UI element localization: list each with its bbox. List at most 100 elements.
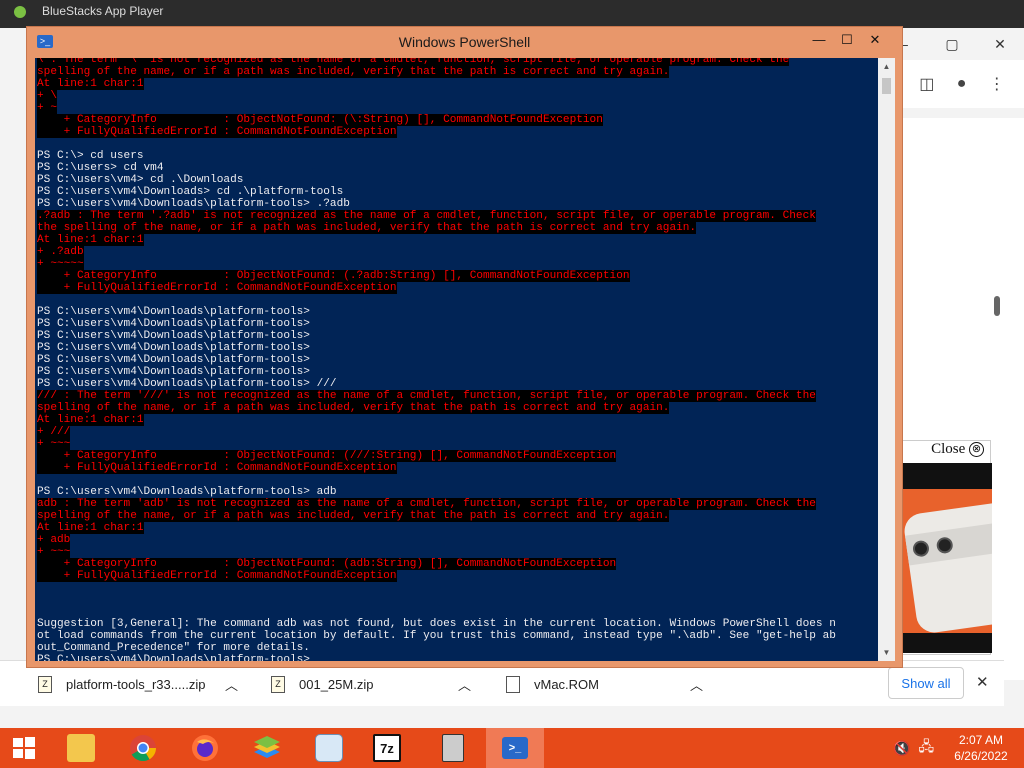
close-downloads-icon[interactable]: ✕ xyxy=(976,673,989,691)
profile-avatar-icon[interactable]: ● xyxy=(957,75,967,93)
console-line-text: PS C:\users\vm4\Downloads\platform-tools… xyxy=(37,654,317,661)
taskbar-chrome[interactable] xyxy=(114,728,172,768)
console-line-text: + \ xyxy=(37,90,57,102)
show-all-button[interactable]: Show all xyxy=(888,667,964,699)
bluestacks-titlebar: BlueStacks App Player xyxy=(0,0,1024,28)
browser-close-button[interactable]: ✕ xyxy=(976,28,1024,60)
console-line-text: PS C:\users\vm4\Downloads\platform-tools… xyxy=(37,330,310,342)
console-error-line: + FullyQualifiedErrorId : CommandNotFoun… xyxy=(37,126,878,138)
minimize-button[interactable]: — xyxy=(804,29,834,51)
control-panel-icon xyxy=(315,734,343,762)
console-error-line: + FullyQualifiedErrorId : CommandNotFoun… xyxy=(37,282,878,294)
console-line-text: the spelling of the name, or if a path w… xyxy=(37,222,697,234)
console-error-line: At line:1 char:1 xyxy=(37,78,878,90)
console-output-line: PS C:\users\vm4\Downloads\platform-tools… xyxy=(37,366,878,378)
scrollbar-thumb[interactable] xyxy=(882,78,891,94)
console-output-line: PS C:\users\vm4\Downloads\platform-tools… xyxy=(37,378,878,390)
download-filename: vMac.ROM xyxy=(534,676,599,692)
taskbar-7zip[interactable]: 7z xyxy=(358,728,416,768)
taskbar-firefox[interactable] xyxy=(176,728,234,768)
ad-image[interactable] xyxy=(902,463,992,653)
console-error-line: + .?adb xyxy=(37,246,878,258)
console-error-line: + ~~~~~ xyxy=(37,258,878,270)
start-button[interactable] xyxy=(0,728,48,768)
console-line-text: ot load commands from the current locati… xyxy=(37,630,836,642)
console-output-line: PS C:\users\vm4> cd .\Downloads xyxy=(37,174,878,186)
console-error-line: \ : The term '\' is not recognized as th… xyxy=(37,58,878,66)
console-line-text: PS C:\users\vm4\Downloads\platform-tools… xyxy=(37,366,310,378)
clock-time: 2:07 AM xyxy=(958,733,1004,747)
download-filename: 001_25M.zip xyxy=(299,676,374,692)
system-tray: 🔇 🖧 xyxy=(893,728,934,768)
bluestacks-icon xyxy=(14,6,26,18)
console-line-text: + .?adb xyxy=(37,246,84,258)
console-error-line: + CategoryInfo : ObjectNotFound: (adb:St… xyxy=(37,558,878,570)
console-line-text: + ~ xyxy=(37,102,57,114)
console-error-line: + CategoryInfo : ObjectNotFound: (///:St… xyxy=(37,450,878,462)
console-output-line: Suggestion [3,General]: The command adb … xyxy=(37,618,878,630)
ad-close-label: Close xyxy=(931,441,966,457)
console-lines: \ : The term '\' is not recognized as th… xyxy=(35,58,878,661)
console-error-line: At line:1 char:1 xyxy=(37,414,878,426)
network-icon[interactable]: 🖧 xyxy=(918,736,934,760)
browser-toolbar: ◫ ● ⋮ xyxy=(900,60,1024,108)
console-line-text: PS C:\users\vm4\Downloads\platform-tools… xyxy=(37,318,310,330)
console-error-line: At line:1 char:1 xyxy=(37,234,878,246)
maximize-button[interactable]: ☐ xyxy=(832,29,862,51)
sidebar-toggle-icon[interactable]: ◫ xyxy=(919,74,934,94)
console-line-text: spelling of the name, or if a path was i… xyxy=(37,66,670,78)
vmac-icon xyxy=(442,734,464,762)
console-line-text: + /// xyxy=(37,426,71,438)
browser-maximize-button[interactable]: ▢ xyxy=(928,28,976,60)
powershell-titlebar[interactable]: >_ Windows PowerShell — ☐ ✕ xyxy=(27,27,902,58)
console-output-line: ot load commands from the current locati… xyxy=(37,630,878,642)
menu-kebab-icon[interactable]: ⋮ xyxy=(989,74,1005,94)
console-output[interactable]: \ : The term '\' is not recognized as th… xyxy=(35,58,878,661)
scroll-down-icon[interactable]: ▼ xyxy=(878,644,895,661)
console-error-line: + ~~~ xyxy=(37,546,878,558)
taskbar: 7z >_ 🔇 🖧 2:07 AM 6/26/2022 xyxy=(0,728,1024,768)
scroll-up-icon[interactable]: ▲ xyxy=(878,58,895,75)
console-line-text: /// : The term '///' is not recognized a… xyxy=(37,390,816,402)
console-error-line: + FullyQualifiedErrorId : CommandNotFoun… xyxy=(37,570,878,582)
console-line-text: + ~~~~~ xyxy=(37,258,84,270)
page-scrollbar-thumb[interactable] xyxy=(994,296,1000,316)
console-line-text: + ~~~ xyxy=(37,546,71,558)
bluestacks-title: BlueStacks App Player xyxy=(42,4,164,18)
console-line-text: + FullyQualifiedErrorId : CommandNotFoun… xyxy=(37,282,397,294)
console-scrollbar[interactable]: ▲ ▼ xyxy=(878,58,895,661)
console-line-text: PS C:\users\vm4\Downloads\platform-tools… xyxy=(37,306,310,318)
close-button[interactable]: ✕ xyxy=(860,29,890,51)
file-icon xyxy=(506,675,520,693)
zip-icon: Z xyxy=(38,675,52,693)
advertisement: Close ⊗ xyxy=(901,440,992,655)
console-line-text: At line:1 char:1 xyxy=(37,414,144,426)
console-error-line: + CategoryInfo : ObjectNotFound: (.?adb:… xyxy=(37,270,878,282)
ad-close-button[interactable]: Close ⊗ xyxy=(902,441,990,463)
taskbar-file-explorer[interactable] xyxy=(52,728,110,768)
console-line-text: At line:1 char:1 xyxy=(37,78,144,90)
taskbar-clock[interactable]: 2:07 AM 6/26/2022 xyxy=(948,732,1014,764)
console-line-text: + adb xyxy=(37,534,71,546)
console-output-line: PS C:\users\vm4\Downloads\platform-tools… xyxy=(37,306,878,318)
bluestacks-icon xyxy=(254,736,280,758)
console-prompt-line: PS C:\users\vm4\Downloads\platform-tools… xyxy=(37,654,878,661)
taskbar-powershell[interactable]: >_ xyxy=(486,728,544,768)
console-line-text: + CategoryInfo : ObjectNotFound: (.?adb:… xyxy=(37,270,630,282)
console-line-text: PS C:\users> cd vm4 xyxy=(37,162,164,174)
console-output-line: PS C:\users\vm4\Downloads\platform-tools… xyxy=(37,354,878,366)
window-title: Windows PowerShell xyxy=(398,34,531,50)
windows-logo-icon xyxy=(13,737,35,759)
console-line-text: At line:1 char:1 xyxy=(37,234,144,246)
console-error-line: At line:1 char:1 xyxy=(37,522,878,534)
taskbar-bluestacks[interactable] xyxy=(238,728,296,768)
taskbar-control-panel[interactable] xyxy=(300,728,358,768)
volume-muted-icon[interactable]: 🔇 xyxy=(893,740,910,757)
chrome-icon xyxy=(130,735,157,762)
taskbar-vmac[interactable] xyxy=(424,728,482,768)
console-error-line: + CategoryInfo : ObjectNotFound: (\:Stri… xyxy=(37,114,878,126)
console-output-line: PS C:\users\vm4\Downloads\platform-tools… xyxy=(37,342,878,354)
